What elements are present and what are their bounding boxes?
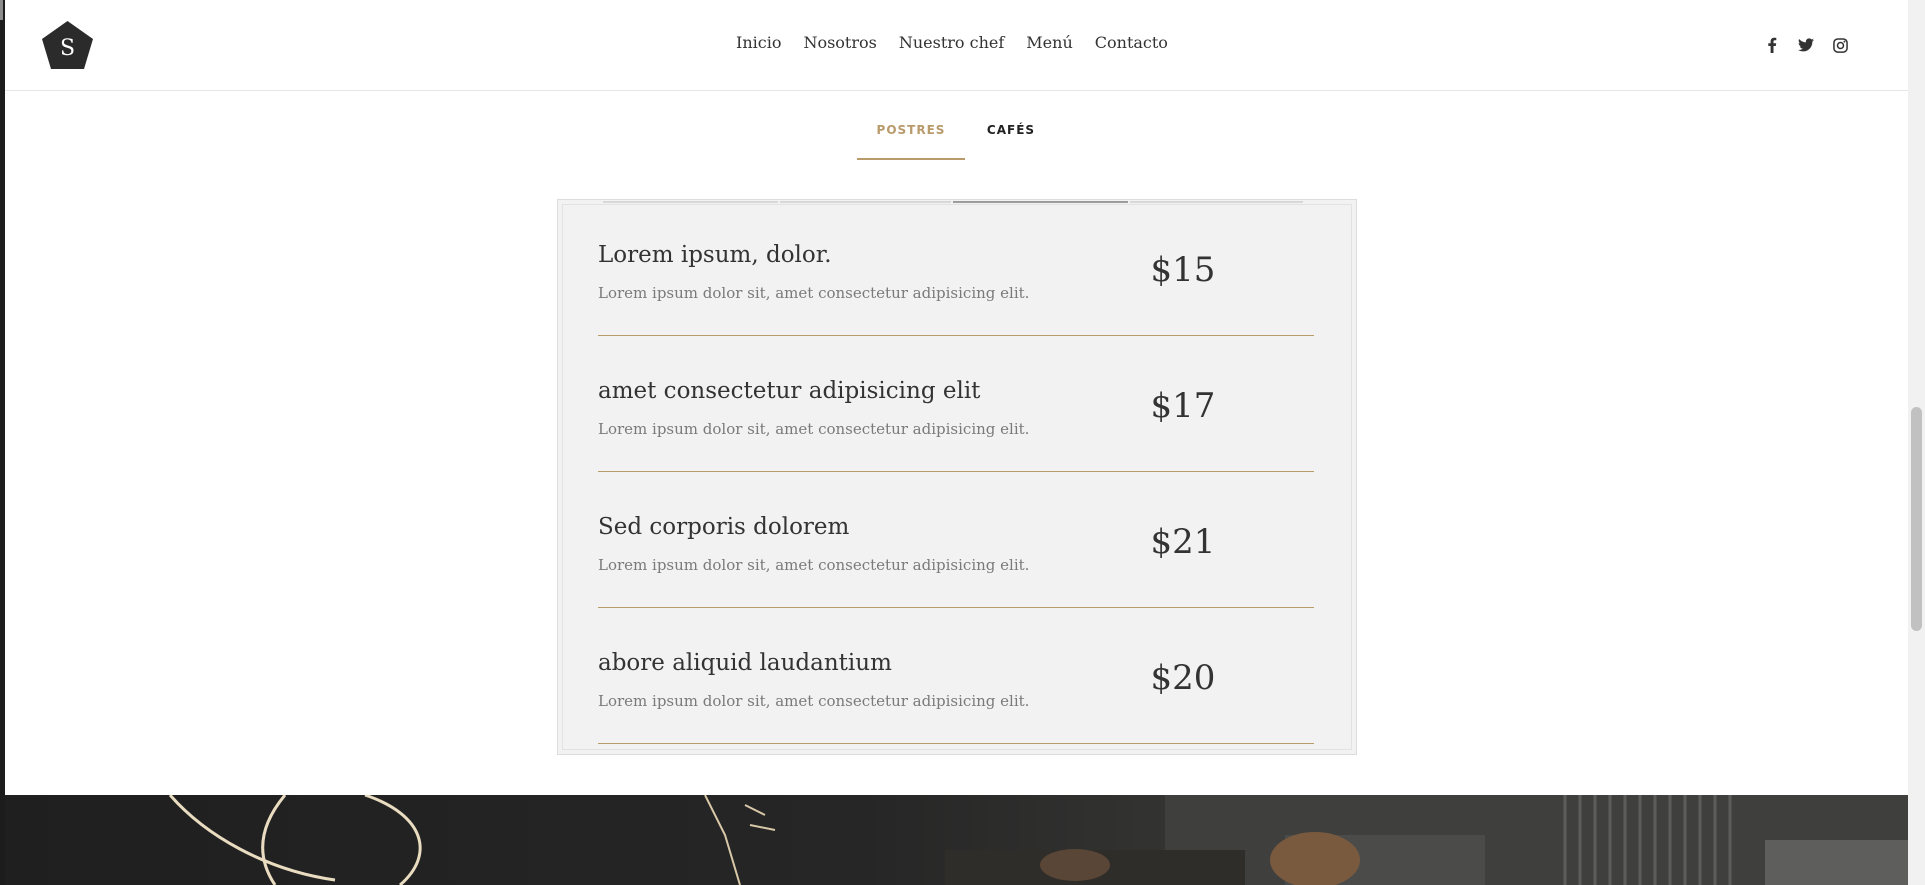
- menu-item-description: Lorem ipsum dolor sit, amet consectetur …: [598, 420, 1030, 438]
- scrollbar-thumb[interactable]: [1911, 407, 1922, 631]
- logo[interactable]: S: [40, 20, 95, 70]
- restaurant-hero-image: [5, 795, 1908, 885]
- logo-pentagon-icon: S: [42, 21, 93, 69]
- menu-item-name: Sed corporis dolorem: [598, 514, 850, 540]
- menu-item: amet consectetur adipisicing elit Lorem …: [598, 336, 1314, 472]
- social-links: [1748, 35, 1850, 55]
- menu-item-price: $21: [1150, 522, 1216, 562]
- nav-link-nosotros[interactable]: Nosotros: [803, 33, 876, 57]
- menu-item-price: $17: [1150, 386, 1216, 426]
- menu-item-price: $20: [1150, 658, 1216, 698]
- menu-item-description: Lorem ipsum dolor sit, amet consectetur …: [598, 556, 1030, 574]
- menu-item: abore aliquid laudantium Lorem ipsum dol…: [598, 608, 1314, 744]
- menu-item-name: abore aliquid laudantium: [598, 650, 892, 676]
- tab-postres[interactable]: POSTRES: [857, 110, 965, 160]
- main-nav: Inicio Nosotros Nuestro chef Menú Contac…: [736, 33, 1190, 57]
- tab-cafes[interactable]: CAFÉS: [965, 110, 1057, 160]
- window-edge: [0, 0, 5, 885]
- menu-item: Sed corporis dolorem Lorem ipsum dolor s…: [598, 472, 1314, 608]
- twitter-icon[interactable]: [1796, 35, 1816, 55]
- menu-item-name: amet consectetur adipisicing elit: [598, 378, 981, 404]
- logo-letter: S: [60, 36, 75, 61]
- menu-item-name: Lorem ipsum, dolor.: [598, 242, 832, 268]
- instagram-icon[interactable]: [1830, 35, 1850, 55]
- nav-link-nuestro-chef[interactable]: Nuestro chef: [899, 33, 1004, 57]
- navbar: S Inicio Nosotros Nuestro chef Menú Cont…: [5, 0, 1908, 91]
- menu-item-price: $15: [1150, 250, 1216, 290]
- nav-link-menu[interactable]: Menú: [1026, 33, 1072, 57]
- menu-item-description: Lorem ipsum dolor sit, amet consectetur …: [598, 284, 1030, 302]
- menu-tabs: POSTRES CAFÉS: [857, 110, 1057, 160]
- menu-panel: Lorem ipsum, dolor. Lorem ipsum dolor si…: [557, 199, 1357, 755]
- facebook-icon[interactable]: [1762, 35, 1782, 55]
- nav-link-contacto[interactable]: Contacto: [1095, 33, 1168, 57]
- nav-link-inicio[interactable]: Inicio: [736, 33, 781, 57]
- menu-item-description: Lorem ipsum dolor sit, amet consectetur …: [598, 692, 1030, 710]
- menu-item: Lorem ipsum, dolor. Lorem ipsum dolor si…: [598, 200, 1314, 336]
- page-scrollbar[interactable]: [1908, 0, 1925, 885]
- restaurant-interior-photo: [5, 795, 1908, 885]
